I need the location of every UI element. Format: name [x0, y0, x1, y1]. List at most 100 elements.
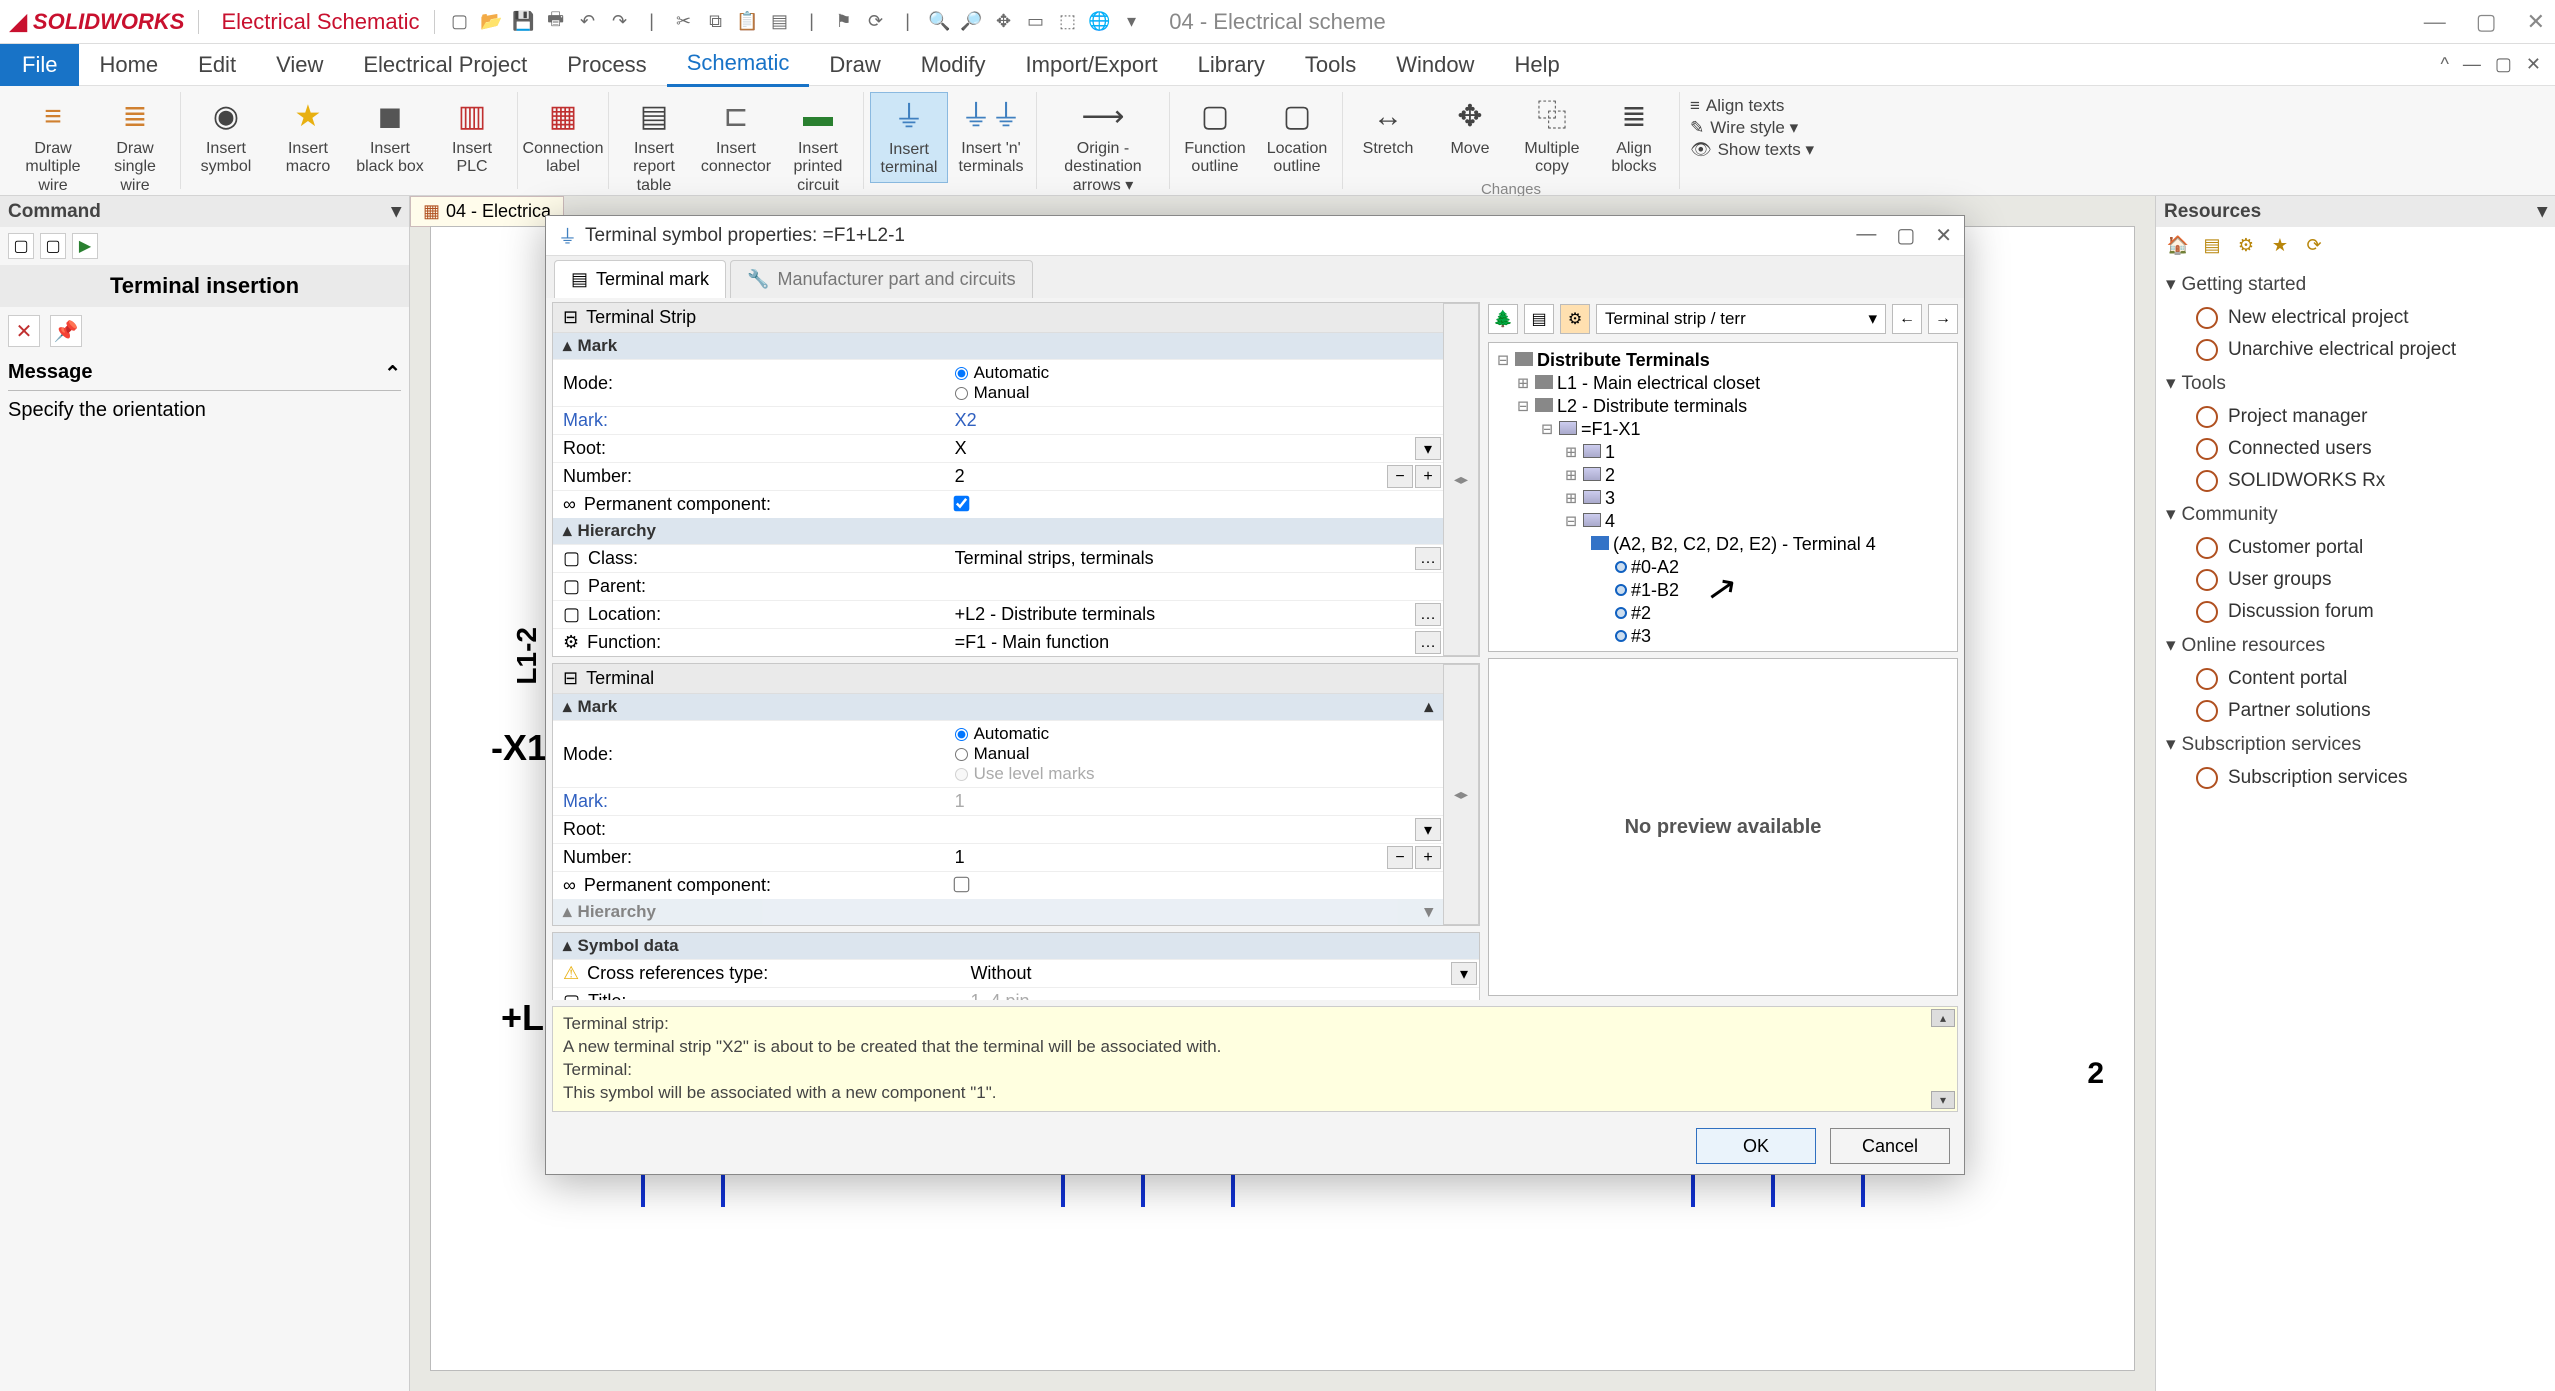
gear-icon[interactable]: ⚙ — [2234, 233, 2258, 257]
insert-plc-button[interactable]: ▥Insert PLC — [433, 92, 511, 181]
pan-icon[interactable]: ✥ — [993, 11, 1015, 33]
dropdown-button[interactable]: ▾ — [1415, 818, 1441, 841]
link-connected-users[interactable]: Connected users — [2166, 433, 2545, 465]
collapse-icon[interactable]: ⊟ — [563, 668, 578, 689]
cut-icon[interactable]: ✂ — [673, 11, 695, 33]
search-icon[interactable]: 🔍 — [929, 11, 951, 33]
dialog-maximize-icon[interactable]: ▢ — [1896, 223, 1915, 248]
origin-destination-button[interactable]: ⟶Origin - destination arrows ▾ — [1043, 92, 1163, 199]
tree-t4[interactable]: ⊟4 — [1495, 510, 1951, 533]
strip-collapse-button[interactable]: ◂▸ — [1443, 303, 1479, 656]
symbol-header[interactable]: ▴Symbol data — [553, 933, 1479, 959]
menu-help[interactable]: Help — [1494, 44, 1579, 86]
tree-t2[interactable]: ⊞2 — [1495, 464, 1951, 487]
link-new-project[interactable]: New electrical project — [2166, 302, 2545, 334]
tool-1-icon[interactable]: ▢ — [8, 233, 34, 259]
inc-button[interactable]: + — [1415, 846, 1441, 869]
tool-2-icon[interactable]: ▢ — [40, 233, 66, 259]
checkbox[interactable] — [953, 496, 969, 512]
insert-symbol-button[interactable]: ◉Insert symbol — [187, 92, 265, 181]
mdi-minimize-icon[interactable]: — — [2463, 54, 2481, 75]
menu-draw[interactable]: Draw — [809, 44, 900, 86]
perm-value[interactable] — [945, 491, 1443, 518]
dropdown-icon[interactable]: ▾ — [1121, 11, 1143, 33]
scroll-up-icon[interactable]: ▴ — [1931, 1009, 1955, 1027]
menu-window[interactable]: Window — [1376, 44, 1494, 86]
link-user-groups[interactable]: User groups — [2166, 564, 2545, 596]
paste-icon[interactable]: 📋 — [737, 11, 759, 33]
cancel-command-icon[interactable]: ✕ — [8, 315, 40, 347]
insert-terminal-button[interactable]: ⏚Insert terminal — [870, 92, 948, 183]
mdi-restore-icon[interactable]: ▢ — [2495, 54, 2512, 75]
section-getting-started[interactable]: ▾Getting started — [2166, 267, 2545, 302]
perm-value[interactable] — [945, 872, 1443, 899]
radio-input[interactable] — [955, 728, 968, 741]
section-tools[interactable]: ▾Tools — [2166, 366, 2545, 401]
radio-input[interactable] — [955, 367, 968, 380]
filter-icon[interactable]: ⚙ — [1560, 304, 1590, 334]
cat-mark-2[interactable]: ▴Mark▴ — [553, 694, 1443, 720]
panel-options-icon[interactable]: ▾ — [2537, 200, 2547, 223]
dialog-minimize-icon[interactable]: — — [1856, 223, 1876, 248]
tab-manufacturer[interactable]: 🔧Manufacturer part and circuits — [730, 260, 1033, 298]
save-icon[interactable]: 💾 — [513, 11, 535, 33]
link-content-portal[interactable]: Content portal — [2166, 663, 2545, 695]
scroll-up-icon[interactable]: ▴ — [1424, 697, 1433, 717]
number-value[interactable]: 2+− — [945, 463, 1443, 490]
wire-style-button[interactable]: ✎Wire style ▾ — [1690, 118, 1814, 138]
tree-pin-0[interactable]: #0-A2 — [1495, 556, 1951, 579]
insert-macro-button[interactable]: ★Insert macro — [269, 92, 347, 181]
canvas-tab[interactable]: ▦ 04 - Electrica — [410, 196, 564, 227]
print-icon[interactable]: 🖶 — [545, 11, 567, 33]
cat-hierarchy-2[interactable]: ▴Hierarchy▾ — [553, 899, 1443, 925]
menu-library[interactable]: Library — [1178, 44, 1285, 86]
radio-manual[interactable]: Manual — [955, 383, 1433, 403]
tool-play-icon[interactable]: ▶ — [72, 233, 98, 259]
tree-pin-2[interactable]: #2 — [1495, 602, 1951, 625]
home-icon[interactable]: 🏠 — [2166, 233, 2190, 257]
tree-x1[interactable]: ⊟=F1-X1 — [1495, 418, 1951, 441]
align-blocks-button[interactable]: ≣Align blocks — [1595, 92, 1673, 181]
menu-process[interactable]: Process — [547, 44, 666, 86]
menu-home[interactable]: Home — [79, 44, 178, 86]
dialog-titlebar[interactable]: ⏚Terminal symbol properties: =F1+L2-1 — … — [546, 216, 1964, 256]
location-value[interactable]: +L2 - Distribute terminals… — [945, 601, 1443, 628]
link-customer-portal[interactable]: Customer portal — [2166, 532, 2545, 564]
tree-pin-4[interactable]: #4-E2 — [1495, 648, 1951, 652]
align-texts-button[interactable]: ≡Align texts — [1690, 96, 1814, 116]
list-view-icon[interactable]: ▤ — [1524, 304, 1554, 334]
dec-button[interactable]: − — [1387, 846, 1413, 869]
inc-button[interactable]: + — [1415, 465, 1441, 488]
tree-pin-3[interactable]: #3 — [1495, 625, 1951, 648]
tree-l2[interactable]: ⊟L2 - Distribute terminals — [1495, 395, 1951, 418]
section-community[interactable]: ▾Community — [2166, 497, 2545, 532]
scroll-down-icon[interactable]: ▾ — [1424, 902, 1433, 922]
pin-command-icon[interactable]: 📌 — [50, 315, 82, 347]
open-icon[interactable]: 📂 — [481, 11, 503, 33]
move-button[interactable]: ✥Move — [1431, 92, 1509, 181]
dec-button[interactable]: − — [1387, 465, 1413, 488]
fit-icon[interactable]: ▭ — [1025, 11, 1047, 33]
dialog-close-icon[interactable]: ✕ — [1935, 223, 1952, 248]
mark-value[interactable]: X2 — [945, 407, 1443, 434]
link-solidworks-rx[interactable]: SOLIDWORKS Rx — [2166, 465, 2545, 497]
stretch-button[interactable]: ↔Stretch — [1349, 92, 1427, 181]
root-value[interactable]: ▾ — [945, 816, 1443, 843]
view-combo[interactable]: Terminal strip / terr▾ — [1596, 304, 1886, 334]
checkbox[interactable] — [953, 877, 969, 893]
mark-value[interactable]: 1 — [945, 788, 1443, 815]
select-icon[interactable]: ⬚ — [1057, 11, 1079, 33]
close-icon[interactable]: ✕ — [2527, 9, 2545, 35]
menu-import-export[interactable]: Import/Export — [1006, 44, 1178, 86]
nav-right-icon[interactable]: → — [1928, 304, 1958, 334]
menu-tools[interactable]: Tools — [1285, 44, 1376, 86]
section-online[interactable]: ▾Online resources — [2166, 628, 2545, 663]
copy-icon[interactable]: ⧉ — [705, 11, 727, 33]
root-value[interactable]: X▾ — [945, 435, 1443, 462]
zoom-icon[interactable]: 🔎 — [961, 11, 983, 33]
radio-manual[interactable]: Manual — [955, 744, 1433, 764]
radio-automatic[interactable]: Automatic — [955, 724, 1433, 744]
dropdown-button[interactable]: ▾ — [1415, 437, 1441, 460]
insert-black-box-button[interactable]: ◼Insert black box — [351, 92, 429, 181]
star-icon[interactable]: ★ — [2268, 233, 2292, 257]
